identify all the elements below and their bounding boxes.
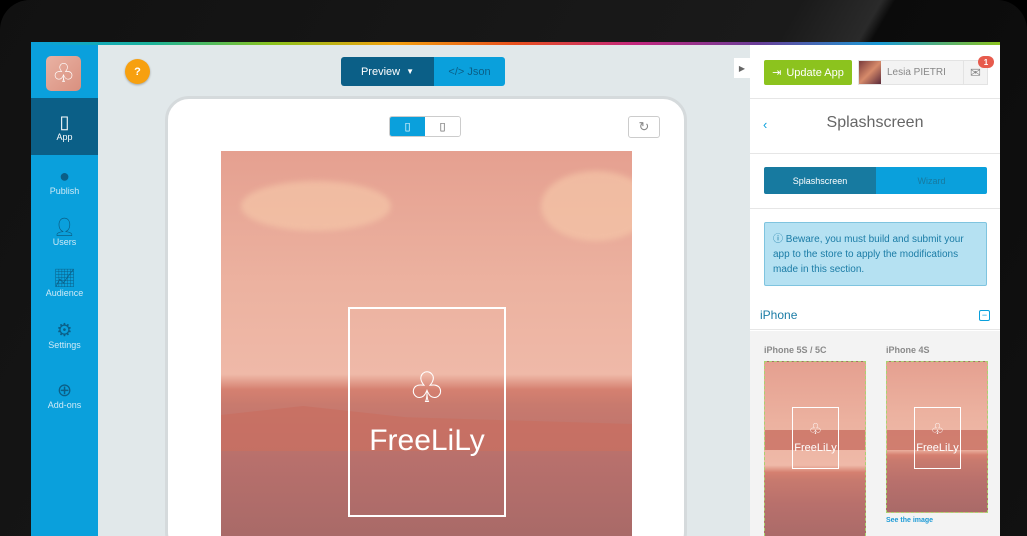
- tab-splashscreen[interactable]: Splashscreen: [764, 167, 876, 194]
- avatar: [859, 61, 881, 84]
- view-mode-switch: Preview ▼ </> Json: [341, 57, 505, 86]
- sidebar-item-settings[interactable]: ⚙ Settings: [31, 309, 98, 360]
- club-icon: ♧: [408, 364, 446, 411]
- update-app-button[interactable]: ⇥ Update App: [764, 60, 852, 85]
- panel-toggle-button[interactable]: ▶: [734, 58, 750, 78]
- panel-title: Splashscreen: [826, 114, 924, 131]
- sidebar: ♧ ▯ App ● Publish 👤︎ Users 📈︎ Audience ⚙ Sett…: [31, 45, 98, 536]
- collapse-icon[interactable]: −: [979, 309, 990, 321]
- panel-tabs: Splashscreen Wizard: [764, 167, 987, 194]
- settings-panel: ⇥ Update App Lesia PIETRI ✉ 1 Splashscree…: [750, 45, 1000, 536]
- tab-wizard[interactable]: Wizard: [876, 167, 987, 194]
- caret-down-icon: ▼: [406, 67, 415, 76]
- back-button[interactable]: ‹: [763, 117, 767, 132]
- gear-icon: ⚙: [56, 319, 73, 340]
- preview-button[interactable]: Preview ▼: [341, 57, 434, 86]
- thumb-iphone-5s[interactable]: ♧ FreeLiLy: [764, 361, 866, 536]
- refresh-button[interactable]: ↻: [628, 116, 660, 138]
- globe-icon: ●: [59, 165, 70, 186]
- brand-logo-box: ♧ FreeLiLy: [348, 307, 506, 517]
- help-button[interactable]: ?: [125, 59, 150, 84]
- thumbnails: iPhone 5S / 5C iPhone 4S ♧ FreeLiLy ♧ Free…: [750, 331, 1000, 536]
- see-image-link[interactable]: See the image: [886, 517, 933, 524]
- app-logo[interactable]: ♧: [46, 56, 81, 91]
- sidebar-item-addons[interactable]: ⊕ Add-ons: [31, 369, 98, 420]
- section-header-iphone[interactable]: iPhone −: [750, 301, 1000, 330]
- sidebar-item-users[interactable]: 👤︎ Users: [31, 206, 98, 257]
- app-screen: ♧ ▯ App ● Publish 👤︎ Users 📈︎ Audience ⚙ Sett…: [31, 42, 1000, 536]
- phone-icon[interactable]: ▯: [425, 117, 460, 136]
- device-toggle: ▯ ▯: [389, 116, 461, 137]
- notification-badge: 1: [978, 56, 994, 68]
- user-menu[interactable]: Lesia PIETRI ✉: [858, 60, 988, 85]
- tablet-icon[interactable]: ▯: [390, 117, 425, 136]
- info-icon: ⓘ: [773, 234, 786, 245]
- plus-circle-icon: ⊕: [56, 379, 73, 400]
- sidebar-item-app[interactable]: ▯ App: [31, 98, 98, 155]
- phone-icon: ▯: [59, 111, 70, 132]
- brand-name: FreeLiLy: [369, 424, 485, 457]
- info-alert: ⓘ Beware, you must build and submit your…: [764, 222, 987, 286]
- user-icon: 👤︎: [53, 216, 76, 237]
- club-icon: ♧: [51, 58, 76, 88]
- export-icon: ⇥: [772, 67, 782, 79]
- chart-icon: 📈︎: [53, 267, 76, 288]
- splash-preview: ♧ FreeLiLy: [221, 151, 632, 536]
- json-button[interactable]: </> Json: [434, 57, 505, 86]
- thumb-iphone-4s[interactable]: ♧ FreeLiLy: [886, 361, 988, 513]
- sidebar-item-publish[interactable]: ● Publish: [31, 155, 98, 206]
- sidebar-item-audience[interactable]: 📈︎ Audience: [31, 257, 98, 308]
